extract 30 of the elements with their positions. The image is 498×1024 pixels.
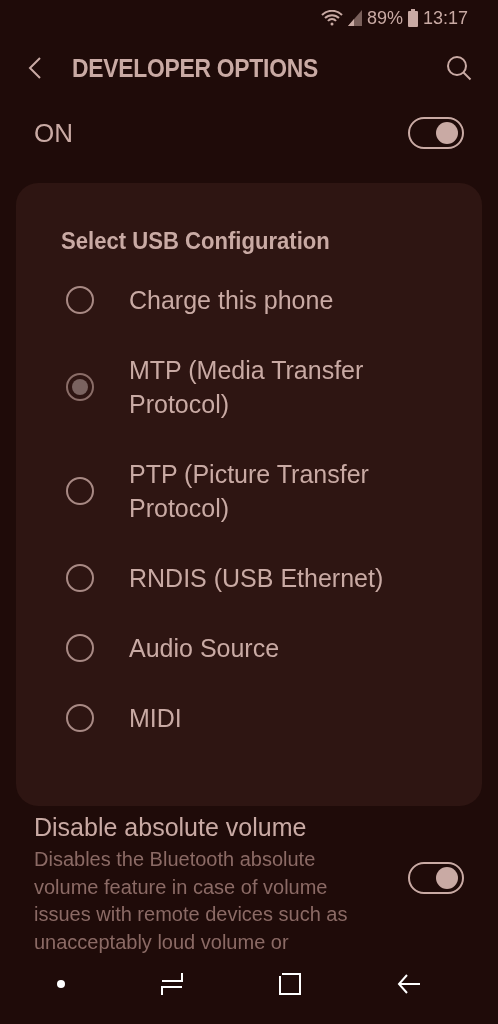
radio-button[interactable] bbox=[66, 704, 94, 732]
radio-button[interactable] bbox=[66, 477, 94, 505]
signal-icon bbox=[347, 10, 362, 26]
wifi-icon bbox=[320, 10, 343, 26]
volume-switch[interactable] bbox=[408, 862, 464, 894]
battery-icon bbox=[407, 9, 418, 27]
option-label[interactable]: Charge this phone bbox=[129, 283, 334, 317]
setting-description: Disables the Bluetooth absolute volume feature in case of volume issues with remote devices such as unacceptably loud volume or bbox=[34, 847, 349, 954]
setting-title: Disable absolute volume bbox=[34, 812, 308, 842]
radio-button[interactable] bbox=[66, 373, 94, 401]
radio-button[interactable] bbox=[66, 634, 94, 662]
option-label[interactable]: RNDIS (USB Ethernet) bbox=[129, 561, 384, 595]
radio-button[interactable] bbox=[66, 286, 94, 314]
search-button[interactable] bbox=[446, 55, 472, 81]
dialog-title: Select USB Configuration bbox=[60, 227, 331, 255]
back-button[interactable] bbox=[28, 56, 42, 80]
back-nav-button[interactable] bbox=[396, 972, 421, 996]
recent-apps-button[interactable] bbox=[159, 972, 184, 996]
battery-percent: 89% bbox=[366, 7, 403, 29]
option-label[interactable]: MIDI bbox=[129, 701, 182, 735]
page-title: DEVELOPER OPTIONS bbox=[72, 52, 319, 84]
option-label[interactable]: MTP (Media Transfer Protocol) bbox=[129, 353, 419, 421]
home-button[interactable] bbox=[278, 972, 303, 996]
option-label[interactable]: Audio Source bbox=[129, 631, 280, 665]
dot-icon bbox=[57, 980, 66, 988]
radio-button[interactable] bbox=[66, 564, 94, 592]
switch-label: ON bbox=[34, 117, 73, 149]
option-label[interactable]: PTP (Picture Transfer Protocol) bbox=[129, 457, 419, 525]
master-switch[interactable] bbox=[408, 117, 464, 149]
clock: 13:17 bbox=[422, 7, 468, 29]
